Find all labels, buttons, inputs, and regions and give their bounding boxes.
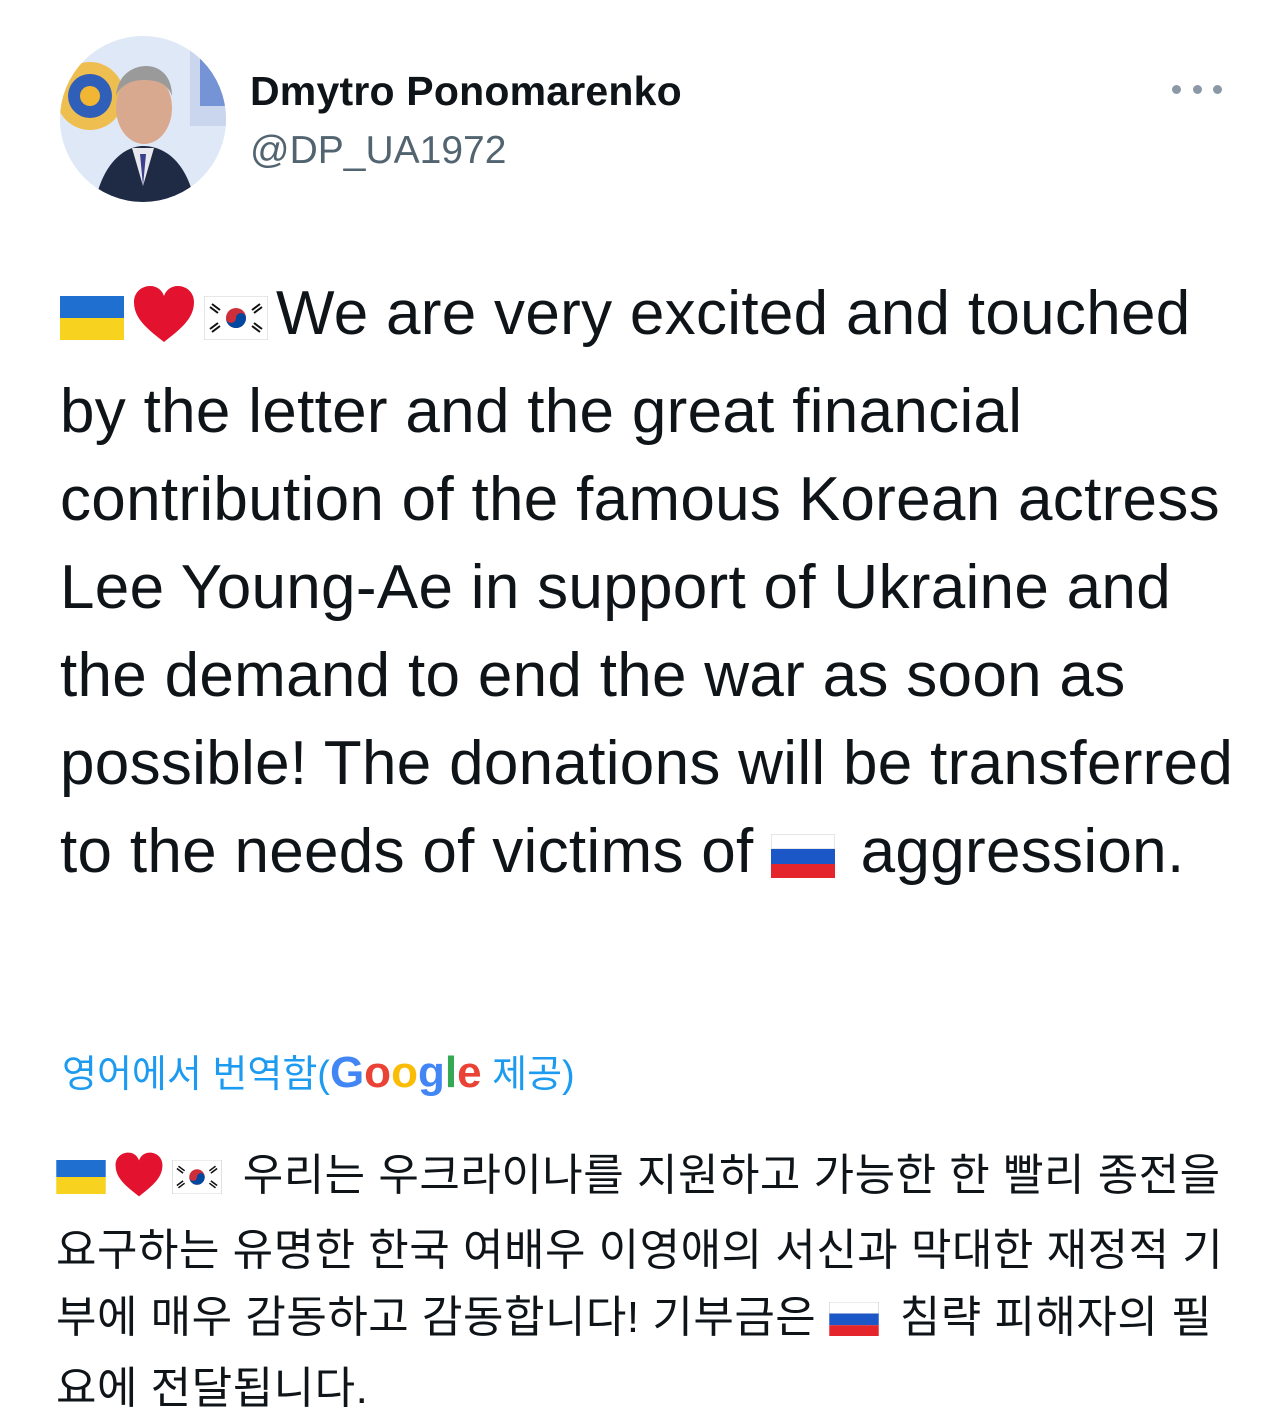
south-korea-flag-icon (171, 1146, 223, 1213)
ukraine-flag-icon (56, 1146, 106, 1213)
russia-flag-icon (828, 1288, 880, 1355)
translated-text: 우리는 우크라이나를 지원하고 가능한 한 빨리 종전을 요구하는 유명한 한국… (56, 1142, 1246, 1422)
tweet-text: We are very excited and touched by the l… (60, 270, 1240, 902)
more-options-icon[interactable] (1172, 74, 1222, 104)
ukraine-flag-icon (60, 276, 124, 364)
translate-suffix: 제공) (481, 1054, 575, 1096)
translate-prefix: 영어에서 번역함( (62, 1054, 330, 1096)
red-heart-icon (114, 1150, 164, 1217)
google-logo: Google (329, 1048, 482, 1097)
tweet-card: Dmytro Ponomarenko @DP_UA1972 We are ver… (0, 0, 1284, 1425)
dot (1172, 84, 1181, 94)
dot (1213, 84, 1222, 94)
handle[interactable]: @DP_UA1972 (250, 126, 682, 176)
tweet-text-part2: aggression. (843, 817, 1185, 886)
russia-flag-icon (770, 814, 836, 902)
avatar[interactable] (60, 36, 226, 202)
south-korea-flag-icon (203, 276, 269, 364)
tweet-text-part1: We are very excited and touched by the l… (60, 279, 1234, 886)
translated-by-google-link[interactable]: 영어에서 번역함(Google 제공) (62, 1048, 575, 1100)
red-heart-icon (132, 280, 196, 368)
dot (1192, 84, 1202, 94)
display-name[interactable]: Dmytro Ponomarenko (250, 66, 682, 116)
author-names: Dmytro Ponomarenko @DP_UA1972 (250, 66, 682, 176)
